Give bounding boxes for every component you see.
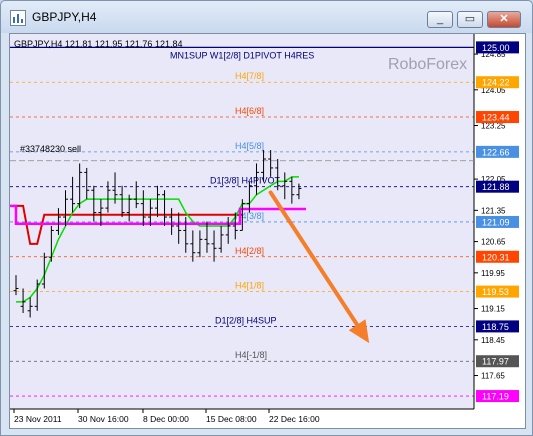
price-badge-label: 120.31: [482, 252, 510, 262]
window-title: GBPJPY,H4: [32, 10, 97, 24]
time-tick-label: 22 Dec 16:00: [269, 414, 320, 424]
order-label: #33748230 sell: [20, 144, 81, 154]
levels-title: MN1SUP W1[2/8] D1PIVOT H4RES: [170, 50, 314, 60]
chart-window: GBPJPY,H4 _ ▭ ✕ H4[7/8] H4[6/8] H4[5/8] D1[…: [0, 0, 533, 436]
murrey-level-label: H4[7/8]: [235, 71, 264, 81]
title-bar[interactable]: GBPJPY,H4 _ ▭ ✕: [1, 1, 532, 33]
price-tick-label: 118.45: [481, 336, 505, 345]
price-badge-label: 117.97: [482, 357, 509, 367]
murrey-level-label: D1[2/8] H4SUP: [215, 315, 277, 325]
price-badge-label: 125.00: [482, 43, 510, 53]
price-tick-label: 119.95: [481, 269, 505, 278]
chart-window-icon: [10, 10, 26, 26]
price-badge-label: 121.88: [482, 182, 510, 192]
price-tick-label: 117.65: [481, 372, 505, 381]
minimize-button[interactable]: _: [427, 11, 453, 28]
time-tick-label: 23 Nov 2011: [14, 414, 62, 424]
price-chart[interactable]: H4[7/8]H4[6/8]H4[5/8]D1[3/8] H4PIVOTH4[3…: [10, 34, 525, 428]
time-tick-label: 8 Dec 00:00: [143, 414, 189, 424]
watermark-logo: RoboForex: [388, 56, 467, 73]
price-badge-label: 122.66: [482, 147, 510, 157]
chart-area[interactable]: H4[7/8] H4[6/8] H4[5/8] D1[3/8] H4PIVOT H4[3…: [9, 33, 526, 429]
close-button[interactable]: ✕: [487, 11, 521, 28]
time-tick-label: 30 Nov 16:00: [78, 414, 129, 424]
murrey-level-label: H4[5/8]: [235, 141, 264, 151]
price-badge-label: 117.19: [482, 392, 509, 402]
murrey-level-label: H4[6/8]: [235, 106, 264, 116]
murrey-level-label: D1[3/8] H4PIVOT: [210, 176, 281, 186]
chart-info-line: GBPJPY,H4 121.81 121.95 121.76 121.84: [14, 39, 182, 49]
price-tick-label: 121.35: [481, 206, 506, 215]
price-tick-label: 119.15: [481, 305, 505, 314]
price-tick-label: 120.65: [481, 238, 506, 247]
price-badge-label: 119.53: [482, 287, 509, 297]
price-badge-label: 121.09: [482, 217, 510, 227]
murrey-level-label: H4[1/8]: [235, 281, 264, 291]
restore-button[interactable]: ▭: [457, 11, 483, 28]
murrey-level-label: H4[-1/8]: [235, 350, 267, 360]
murrey-level-label: H4[2/8]: [235, 246, 264, 256]
price-badge-label: 124.22: [482, 78, 510, 88]
price-badge-label: 123.44: [482, 113, 510, 123]
time-tick-label: 15 Dec 08:00: [206, 414, 257, 424]
price-badge-label: 118.75: [482, 322, 509, 332]
